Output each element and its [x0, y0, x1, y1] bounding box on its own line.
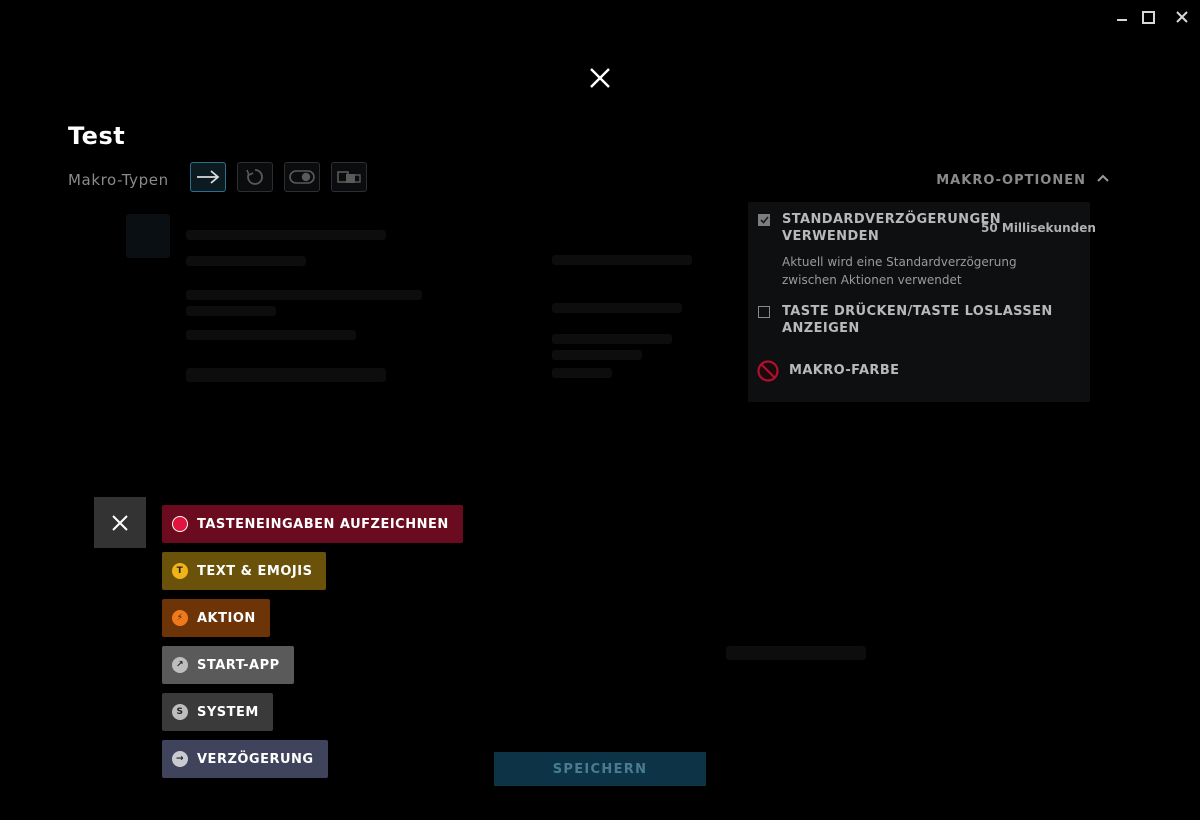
maximize-icon — [1141, 10, 1155, 24]
record-icon — [172, 516, 188, 532]
macro-type-repeat-button[interactable] — [237, 162, 273, 192]
delay-label: VERZÖGERUNG — [197, 751, 314, 767]
default-delays-checkbox[interactable] — [758, 214, 770, 226]
background-row — [186, 256, 306, 266]
macro-types-label: Makro-Typen — [68, 171, 169, 189]
key-press-release-label: TASTE DRÜCKEN/TASTE LOSLASSEN ANZEIGEN — [782, 304, 1053, 336]
toggle-icon — [289, 170, 315, 184]
key-press-release-checkbox[interactable] — [758, 306, 770, 318]
close-icon — [1176, 11, 1188, 23]
macro-type-simple-button[interactable] — [190, 162, 226, 192]
overlay-close-button[interactable] — [588, 66, 612, 90]
close-icon — [590, 68, 610, 88]
macro-type-toggle-button[interactable] — [284, 162, 320, 192]
launch-app-icon: ↗ — [172, 657, 188, 673]
chevron-up-icon[interactable] — [1096, 172, 1110, 186]
arrow-right-icon — [197, 170, 220, 184]
text-emojis-label: TEXT & EMOJIS — [197, 563, 313, 579]
background-row — [552, 255, 692, 265]
system-button[interactable]: S SYSTEM — [162, 693, 273, 731]
text-emojis-button[interactable]: T TEXT & EMOJIS — [162, 552, 327, 590]
background-row — [186, 306, 276, 316]
macro-color-label[interactable]: MAKRO-FARBE — [789, 362, 899, 379]
record-keystrokes-label: TASTENEINGABEN AUFZEICHNEN — [197, 516, 449, 532]
minimize-button[interactable] — [1110, 6, 1134, 28]
background-row — [186, 290, 422, 300]
record-keystrokes-button[interactable]: TASTENEINGABEN AUFZEICHNEN — [162, 505, 463, 543]
start-app-label: START-APP — [197, 657, 280, 673]
macro-title: Test — [68, 122, 126, 150]
repeat-icon — [246, 169, 263, 185]
delay-button[interactable]: → VERZÖGERUNG — [162, 740, 328, 778]
minimize-icon — [1117, 19, 1127, 21]
no-color-icon[interactable] — [757, 360, 779, 382]
background-row — [186, 368, 386, 382]
maximize-button[interactable] — [1136, 6, 1160, 28]
default-delays-label: STANDARDVERZÖGERUNGEN VERWENDEN — [782, 212, 1002, 244]
close-icon — [112, 514, 128, 531]
default-delays-value: 50 Millisekunden — [981, 221, 1096, 235]
background-row — [726, 646, 866, 660]
text-icon: T — [172, 563, 188, 579]
background-row — [552, 350, 642, 360]
system-icon: S — [172, 704, 188, 720]
background-row — [552, 368, 612, 378]
background-card — [126, 214, 170, 258]
action-button[interactable]: ⚡ AKTION — [162, 599, 270, 637]
macro-type-sequence-button[interactable] — [331, 162, 367, 192]
sequence-icon — [337, 171, 361, 183]
background-row — [552, 303, 682, 313]
action-label: AKTION — [197, 610, 256, 626]
delay-icon: → — [172, 751, 188, 767]
save-button[interactable]: SPEICHERN — [494, 752, 706, 786]
macro-options-toggle[interactable]: MAKRO-OPTIONEN — [936, 173, 1086, 188]
window-close-button[interactable] — [1170, 6, 1194, 28]
system-label: SYSTEM — [197, 704, 259, 720]
lightning-icon: ⚡ — [172, 610, 188, 626]
background-row — [552, 334, 672, 344]
default-delays-description: Aktuell wird eine Standardverzögerung zw… — [782, 255, 1017, 287]
background-row — [186, 330, 356, 340]
action-menu-close-button[interactable] — [94, 497, 146, 548]
checkmark-icon — [759, 216, 769, 224]
start-app-button[interactable]: ↗ START-APP — [162, 646, 294, 684]
background-row — [186, 230, 386, 240]
